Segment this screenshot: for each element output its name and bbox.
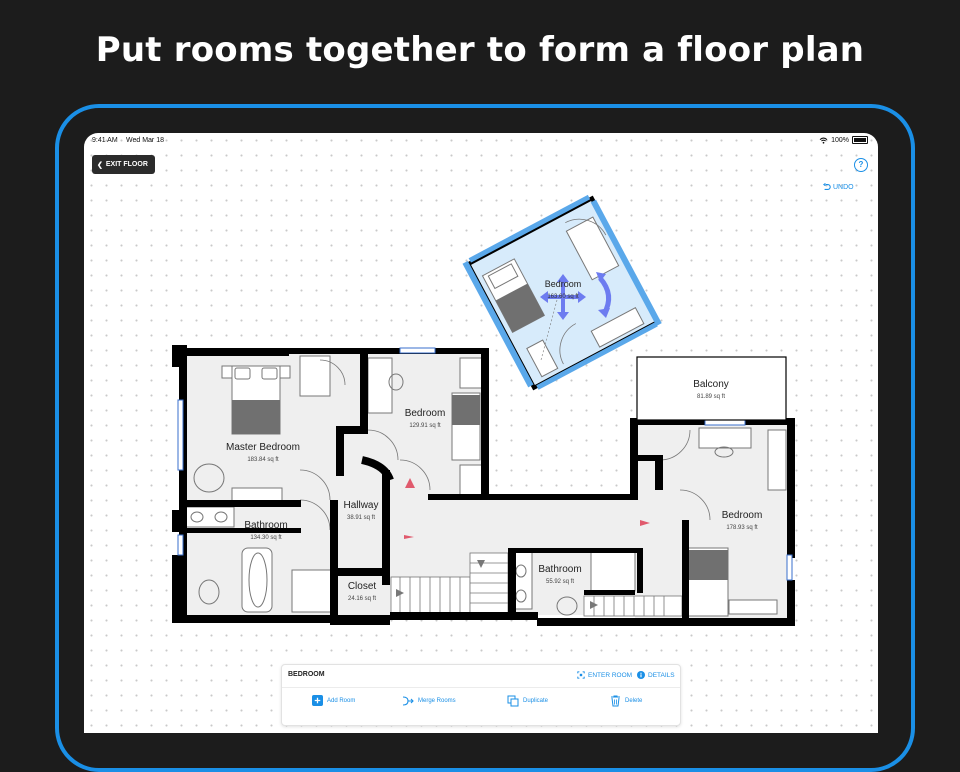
headline: Put rooms together to form a floor plan	[95, 30, 865, 70]
room-area-bedroom-right: 178.93 sq ft	[726, 525, 758, 531]
room-area-hallway: 38.91 sq ft	[347, 515, 375, 521]
add-icon	[312, 695, 323, 706]
room-name-bathroom-left: Bathroom	[244, 520, 287, 531]
room-name-hallway: Hallway	[343, 500, 378, 511]
enter-room-button[interactable]: ENTER ROOM	[577, 671, 632, 679]
room-area-balcony: 81.89 sq ft	[697, 394, 725, 400]
room-name-bedroom-selected: Bedroom	[545, 279, 582, 289]
info-icon	[637, 671, 645, 679]
details-label: DETAILS	[648, 671, 675, 679]
merge-rooms-button[interactable]: Merge Rooms	[402, 695, 456, 707]
room-name-bedroom-right: Bedroom	[722, 510, 763, 521]
room-name-bedroom-upper: Bedroom	[405, 408, 446, 419]
enter-room-icon	[577, 671, 585, 679]
add-room-button[interactable]: Add Room	[312, 695, 355, 706]
trash-icon	[611, 695, 620, 707]
add-room-label: Add Room	[327, 697, 356, 704]
room-area-bathroom-center: 55.92 sq ft	[546, 579, 574, 585]
room-area-closet: 24.16 sq ft	[348, 596, 376, 602]
duplicate-icon	[507, 695, 519, 707]
room-area-master-bedroom: 183.84 sq ft	[247, 457, 279, 463]
panel-divider	[282, 687, 680, 688]
merge-rooms-label: Merge Rooms	[418, 698, 456, 704]
room-panel: BEDROOM ENTER ROOM DETAILS Add Room Merg…	[281, 664, 681, 726]
delete-label: Delete	[625, 698, 643, 704]
duplicate-label: Duplicate	[523, 698, 549, 704]
floor-plan-canvas[interactable]: Master Bedroom 183.84 sq ft Bedroom 129.…	[84, 133, 878, 733]
merge-icon	[402, 696, 414, 706]
room-name-bathroom-center: Bathroom	[538, 564, 581, 575]
duplicate-button[interactable]: Duplicate	[507, 695, 548, 707]
room-name-balcony: Balcony	[693, 379, 729, 390]
room-name-closet: Closet	[348, 581, 377, 592]
details-button[interactable]: DETAILS	[637, 671, 675, 679]
room-name-master-bedroom: Master Bedroom	[226, 442, 300, 453]
room-area-bedroom-selected: 163.60 sq ft	[547, 294, 579, 300]
enter-room-label: ENTER ROOM	[588, 671, 633, 679]
room-area-bedroom-upper: 129.91 sq ft	[409, 423, 441, 429]
panel-title: BEDROOM	[288, 671, 325, 678]
app-screen: 9:41 AM Wed Mar 18 100% ❮ EXIT FLOOR ? U…	[84, 133, 878, 733]
room-area-bathroom-left: 134.30 sq ft	[250, 535, 282, 541]
delete-button[interactable]: Delete	[610, 695, 642, 707]
